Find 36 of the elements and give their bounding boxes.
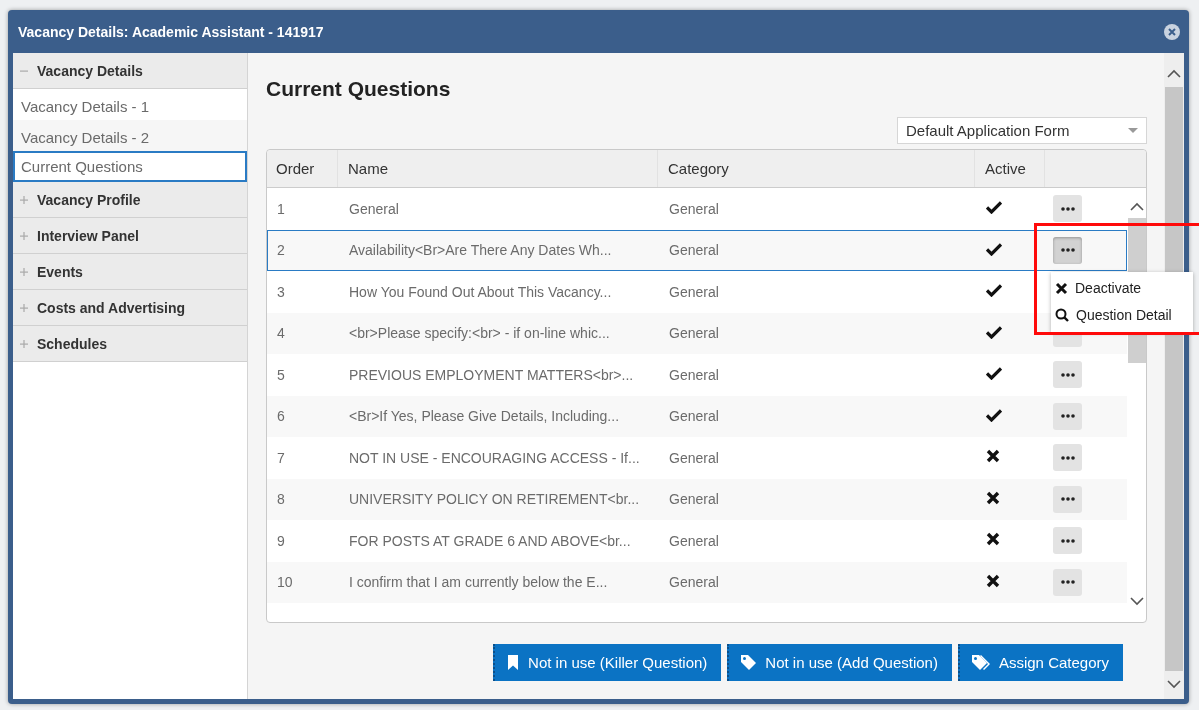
table-cell-text: General — [668, 408, 720, 425]
table-cell-text: NOT IN USE - ENCOURAGING ACCESS - If... — [348, 449, 641, 466]
table-cell-text: <br>Please specify:<br> - if on-line whic... — [348, 325, 611, 342]
table-cell-text: 1 — [276, 200, 286, 217]
table-cell-text: 7 — [276, 449, 286, 466]
table-cell-text: General — [668, 242, 720, 259]
table-cell-text: General — [668, 366, 720, 383]
column-header: Order — [267, 150, 338, 187]
table-cell-text: 6 — [276, 408, 286, 425]
table-cell-text: FOR POSTS AT GRADE 6 AND ABOVE<br... — [348, 532, 632, 549]
table-cell-text: 10 — [276, 574, 294, 591]
table-cell-text: General — [668, 532, 720, 549]
table-cell-text: General — [348, 200, 400, 217]
table-cell-text: 3 — [276, 283, 286, 300]
table-cell-text: General — [668, 283, 720, 300]
table-cell-text: 2 — [276, 242, 286, 259]
table-cell-text: Availability<Br>Are There Any Dates Wh... — [348, 242, 613, 259]
column-header: Category — [658, 150, 975, 187]
table-cell-text: General — [668, 200, 720, 217]
column-header: Name — [338, 150, 658, 187]
table-cell-text: I confirm that I am currently below the E... — [348, 574, 609, 591]
column-header: Active — [975, 150, 1045, 187]
table-cell-text: How You Found Out About This Vacancy... — [348, 283, 613, 300]
table-cell-text: 4 — [276, 325, 286, 342]
table-cell-text: <Br>If Yes, Please Give Details, Including... — [348, 408, 621, 425]
table-cell-text: 5 — [276, 366, 286, 383]
table-cell-text: General — [668, 325, 720, 342]
table-cell-text: UNIVERSITY POLICY ON RETIREMENT<br... — [348, 491, 641, 508]
page-heading: Current Questions — [266, 77, 452, 102]
table-cell-text: General — [668, 491, 720, 508]
table-cell-text: 8 — [276, 491, 286, 508]
table-cell-text: General — [668, 574, 720, 591]
table-cell-text: General — [668, 449, 720, 466]
table-cell-text: PREVIOUS EMPLOYMENT MATTERS<br>... — [348, 366, 635, 383]
window-title: Vacancy Details: Academic Assistant - 141917 — [18, 23, 324, 40]
table-cell-text: 9 — [276, 532, 286, 549]
